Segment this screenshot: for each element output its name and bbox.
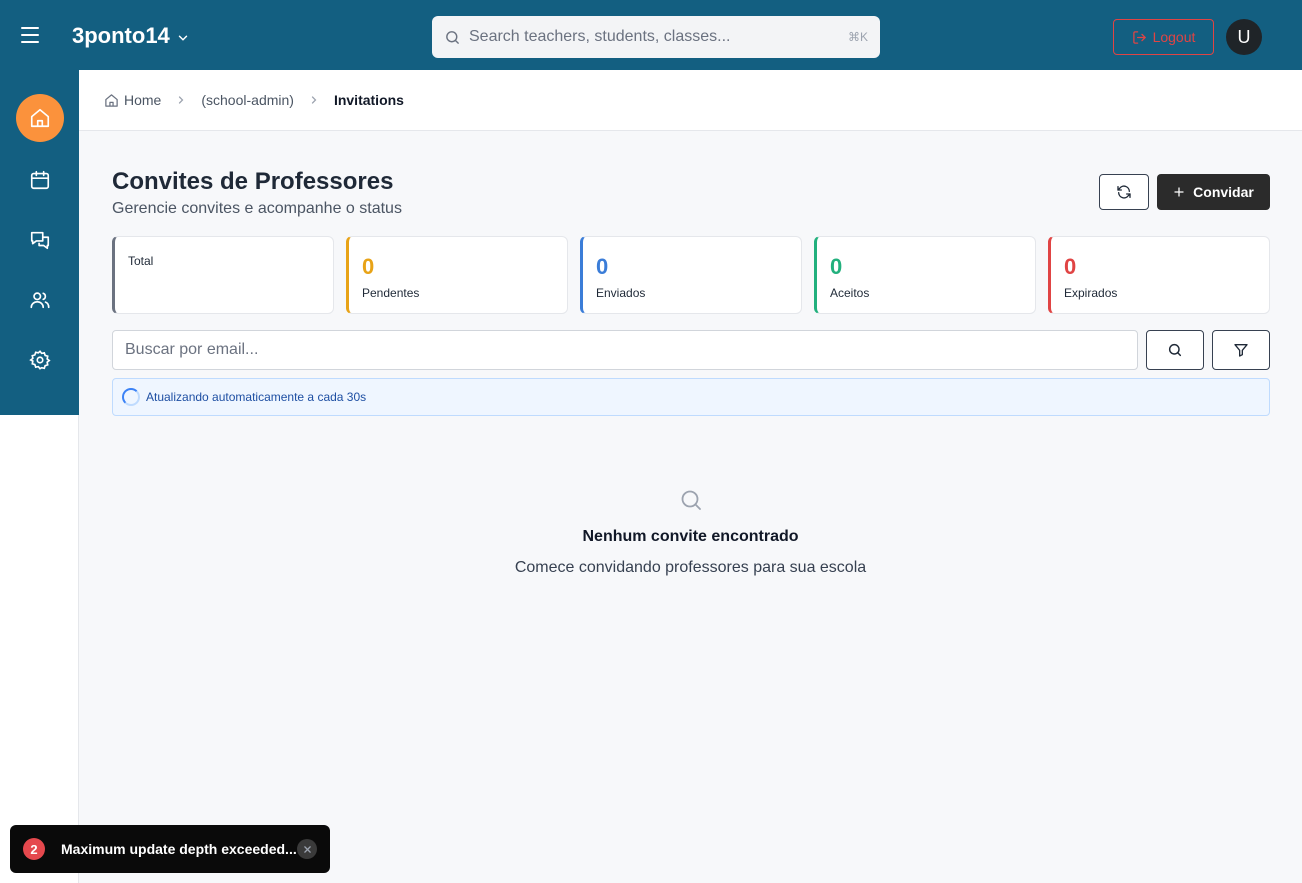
brand-switcher[interactable]: 3ponto14 <box>72 23 190 49</box>
home-icon <box>30 108 50 128</box>
logout-label: Logout <box>1152 29 1196 45</box>
logout-icon <box>1132 30 1146 44</box>
home-icon <box>105 93 118 107</box>
chevron-right-icon <box>308 94 320 106</box>
stat-card-total: Total <box>112 236 334 314</box>
search-shortcut: ⌘K <box>847 30 868 44</box>
avatar[interactable]: U <box>1226 19 1262 55</box>
refresh-button[interactable] <box>1099 174 1149 210</box>
search-icon <box>446 30 459 44</box>
empty-state-subtitle: Comece convidando professores para sua e… <box>514 559 867 576</box>
filter-icon <box>1234 344 1248 357</box>
auto-refresh-notice: Atualizando automaticamente a cada 30s <box>112 378 1270 416</box>
search-icon <box>681 490 701 510</box>
refresh-icon <box>1117 185 1131 199</box>
stat-card-expired: 0 Expirados <box>1048 236 1270 314</box>
breadcrumb-current: Invitations <box>333 92 404 108</box>
loading-spinner-icon <box>122 388 140 406</box>
top-bar: 3ponto14 Search teachers, students, clas… <box>0 0 1302 70</box>
stat-card-accepted: 0 Aceitos <box>814 236 1036 314</box>
stat-card-sent: 0 Enviados <box>580 236 802 314</box>
stat-value: 0 <box>596 254 609 279</box>
sidebar-item-messages[interactable] <box>16 216 64 264</box>
search-placeholder: Search teachers, students, classes... <box>469 28 731 45</box>
stat-label: Total <box>128 254 154 268</box>
global-search[interactable]: Search teachers, students, classes... ⌘K <box>432 16 880 58</box>
stat-label: Expirados <box>1064 286 1118 300</box>
calendar-icon <box>30 170 50 190</box>
breadcrumb-home[interactable]: Home <box>104 92 161 108</box>
search-icon <box>1168 343 1182 357</box>
email-search-input[interactable] <box>112 330 1138 370</box>
stat-value: 0 <box>1064 254 1077 279</box>
plus-icon <box>1174 187 1184 197</box>
users-icon <box>30 292 50 309</box>
sidebar-item-settings[interactable] <box>16 336 64 384</box>
settings-icon <box>29 350 51 370</box>
breadcrumb-home-label: Home <box>124 92 162 108</box>
search-button[interactable] <box>1146 330 1204 370</box>
close-icon[interactable] <box>297 839 317 859</box>
invite-label: Convidar <box>1193 184 1254 200</box>
logout-button[interactable]: Logout <box>1113 19 1214 55</box>
chevron-down-icon <box>178 35 188 41</box>
stat-value: 0 <box>362 254 375 279</box>
menu-icon[interactable] <box>18 25 42 45</box>
breadcrumb: Home (school-admin) Invitations <box>79 70 1302 131</box>
stat-label: Aceitos <box>830 286 870 300</box>
toast-message: Maximum update depth exceeded... <box>61 841 297 857</box>
page-subtitle: Gerencie convites e acompanhe o status <box>112 200 402 217</box>
stat-card-pending: 0 Pendentes <box>346 236 568 314</box>
sidebar-item-calendar[interactable] <box>16 156 64 204</box>
stat-value: 0 <box>830 254 843 279</box>
stat-label: Enviados <box>596 286 646 300</box>
error-count-badge: 2 <box>23 838 45 860</box>
auto-refresh-text: Atualizando automaticamente a cada 30s <box>146 390 367 404</box>
stat-label: Pendentes <box>362 286 420 300</box>
empty-state-title: Nenhum convite encontrado <box>582 528 799 545</box>
sidebar <box>0 70 79 415</box>
breadcrumb-section[interactable]: (school-admin) <box>201 92 294 108</box>
messages-icon <box>30 231 50 250</box>
error-toast[interactable]: 2 Maximum update depth exceeded... <box>10 825 330 873</box>
invite-button[interactable]: Convidar <box>1157 174 1270 210</box>
brand-name: 3ponto14 <box>72 23 170 48</box>
sidebar-empty-area <box>0 415 79 883</box>
page-title: Convites de Professores <box>112 168 394 195</box>
filter-button[interactable] <box>1212 330 1270 370</box>
sidebar-item-home[interactable] <box>16 94 64 142</box>
chevron-right-icon <box>175 94 187 106</box>
sidebar-item-users[interactable] <box>16 276 64 324</box>
